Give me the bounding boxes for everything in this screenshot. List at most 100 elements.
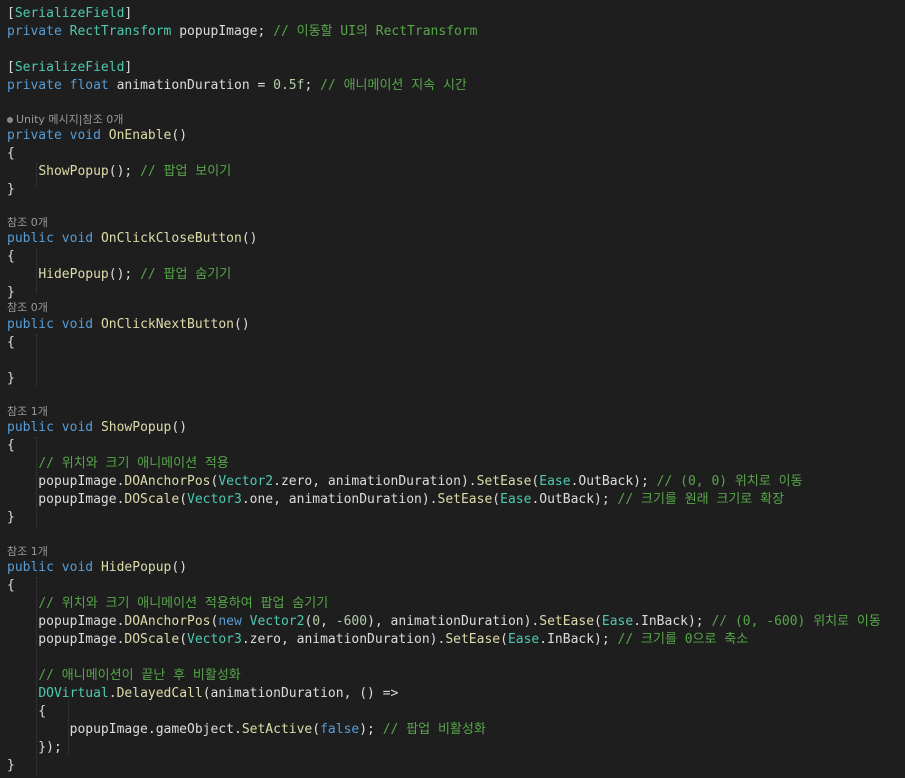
code-token-method: DelayedCall [116, 686, 203, 701]
code-token-method: ShowPopup [38, 164, 109, 179]
code-line[interactable]: // 위치와 크기 애니메이션 적용하여 팝업 숨기기 [7, 595, 328, 613]
code-token-plain: } [7, 510, 15, 525]
code-line[interactable]: popupImage.gameObject.SetActive(false); … [7, 721, 486, 739]
code-token-method: SetEase [437, 492, 493, 507]
indent-guide [36, 334, 37, 386]
code-token-plain: popupImage. [7, 474, 125, 489]
code-line[interactable]: // 위치와 크기 애니메이션 적용 [7, 455, 229, 473]
code-token-keyword: private [7, 128, 62, 143]
code-line[interactable]: public void OnClickNextButton() [7, 316, 250, 334]
code-token-type: SerializeField [14, 60, 125, 75]
code-token-number: 0.5f [273, 78, 305, 93]
code-token-plain: animationDuration = [108, 78, 274, 93]
code-token-plain: (); [108, 164, 141, 179]
code-token-comment: // 크기를 0으로 축소 [617, 632, 749, 647]
code-token-comment: // 애니메이션 지속 시간 [320, 78, 467, 93]
code-line[interactable]: // 애니메이션이 끝난 후 비활성화 [7, 667, 241, 685]
code-token-number: 0 [312, 614, 321, 629]
code-line[interactable]: { [7, 248, 15, 266]
code-token-plain: () [234, 317, 250, 332]
code-token-plain: ( [312, 722, 321, 737]
codelens-label: 참조 1개 [7, 405, 48, 418]
code-token-method: ShowPopup [100, 420, 172, 435]
code-editor[interactable]: [SerializeField] private RectTransform po… [0, 0, 905, 778]
code-token-keyword: new [218, 614, 242, 629]
code-line[interactable]: popupImage.DOAnchorPos(Vector2.zero, ani… [7, 473, 803, 491]
code-token-keyword: false [320, 722, 360, 737]
code-line[interactable]: private RectTransform popupImage; // 이동할… [7, 23, 478, 41]
code-token-plain: } [7, 182, 15, 197]
code-token-method: SetEase [539, 614, 595, 629]
code-line[interactable]: private float animationDuration = 0.5f; … [7, 77, 467, 95]
code-line[interactable]: public void OnClickCloseButton() [7, 230, 257, 248]
codelens-references[interactable]: 참조 0개 [7, 299, 48, 317]
code-token-plain: popupImage. [7, 632, 125, 647]
code-token-method: SetEase [476, 474, 532, 489]
code-line[interactable]: } [7, 757, 15, 775]
code-token-number: -600 [335, 614, 368, 629]
code-token-comment: // 위치와 크기 애니메이션 적용 [38, 456, 229, 471]
code-line[interactable]: { [7, 334, 15, 352]
code-token-type: Ease [507, 632, 540, 647]
code-token-plain: [ [7, 6, 15, 21]
code-token-type: Vector3 [187, 492, 242, 507]
code-line[interactable]: popupImage.DOScale(Vector3.one, animatio… [7, 491, 784, 509]
code-token-comment: // 위치와 크기 애니메이션 적용하여 팝업 숨기기 [38, 596, 329, 611]
code-token-method: SetActive [241, 722, 313, 737]
code-token-plain: ( [594, 614, 602, 629]
code-token-keyword: public [7, 560, 54, 575]
code-token-comment: // 애니메이션이 끝난 후 비활성화 [38, 668, 241, 683]
code-line[interactable]: { [7, 145, 15, 163]
code-line[interactable]: public void HidePopup() [7, 559, 187, 577]
code-token-method: SetEase [445, 632, 501, 647]
code-line[interactable]: { [7, 577, 15, 595]
code-line[interactable]: ShowPopup(); // 팝업 보이기 [7, 163, 231, 181]
code-token-type: RectTransform [69, 24, 172, 39]
code-line[interactable]: public void ShowPopup() [7, 419, 187, 437]
code-line[interactable]: DOVirtual.DelayedCall(animationDuration,… [7, 685, 398, 703]
code-token-comment: // 이동할 UI의 RectTransform [273, 24, 478, 39]
code-line[interactable]: popupImage.DOAnchorPos(new Vector2(0, -6… [7, 613, 881, 631]
code-token-plain: popupImage; [171, 24, 274, 39]
code-token-plain: ( [179, 492, 188, 507]
code-token-keyword: void [61, 560, 94, 575]
code-line[interactable]: popupImage.DOScale(Vector3.zero, animati… [7, 631, 748, 649]
code-token-plain: popupImage. [7, 492, 125, 507]
code-token-comment: // (0, 0) 위치로 이동 [656, 474, 803, 489]
code-line[interactable]: }); [7, 739, 62, 757]
code-line[interactable]: [SerializeField] [7, 5, 132, 23]
code-line[interactable]: HidePopup(); // 팝업 숨기기 [7, 266, 231, 284]
code-token-method: DOScale [124, 492, 180, 507]
code-line[interactable]: { [7, 703, 46, 721]
code-token-plain: { [7, 578, 15, 593]
code-token-plain: () [171, 128, 188, 143]
code-line[interactable]: } [7, 370, 15, 388]
code-token-method: DOScale [124, 632, 180, 647]
code-token-plain: ( [179, 632, 188, 647]
code-line[interactable]: } [7, 181, 15, 199]
code-token-plain: }); [7, 740, 62, 755]
code-token-plain: ] [124, 6, 133, 21]
code-token-plain: (); [108, 267, 141, 282]
code-token-type: SerializeField [14, 6, 125, 21]
code-line[interactable]: private void OnEnable() [7, 127, 187, 145]
code-token-plain: (animationDuration, () => [202, 686, 399, 701]
code-token-comment: // 팝업 비활성화 [382, 722, 486, 737]
code-line[interactable]: [SerializeField] [7, 59, 132, 77]
code-token-plain: popupImage. [7, 614, 125, 629]
code-token-plain: ( [500, 632, 508, 647]
code-token-type: Vector3 [187, 632, 242, 647]
code-line[interactable]: { [7, 437, 15, 455]
code-token-plain: .zero, animationDuration). [273, 474, 477, 489]
code-token-type: DOVirtual [38, 686, 109, 701]
code-token-keyword: public [7, 317, 54, 332]
code-line[interactable]: } [7, 509, 15, 527]
